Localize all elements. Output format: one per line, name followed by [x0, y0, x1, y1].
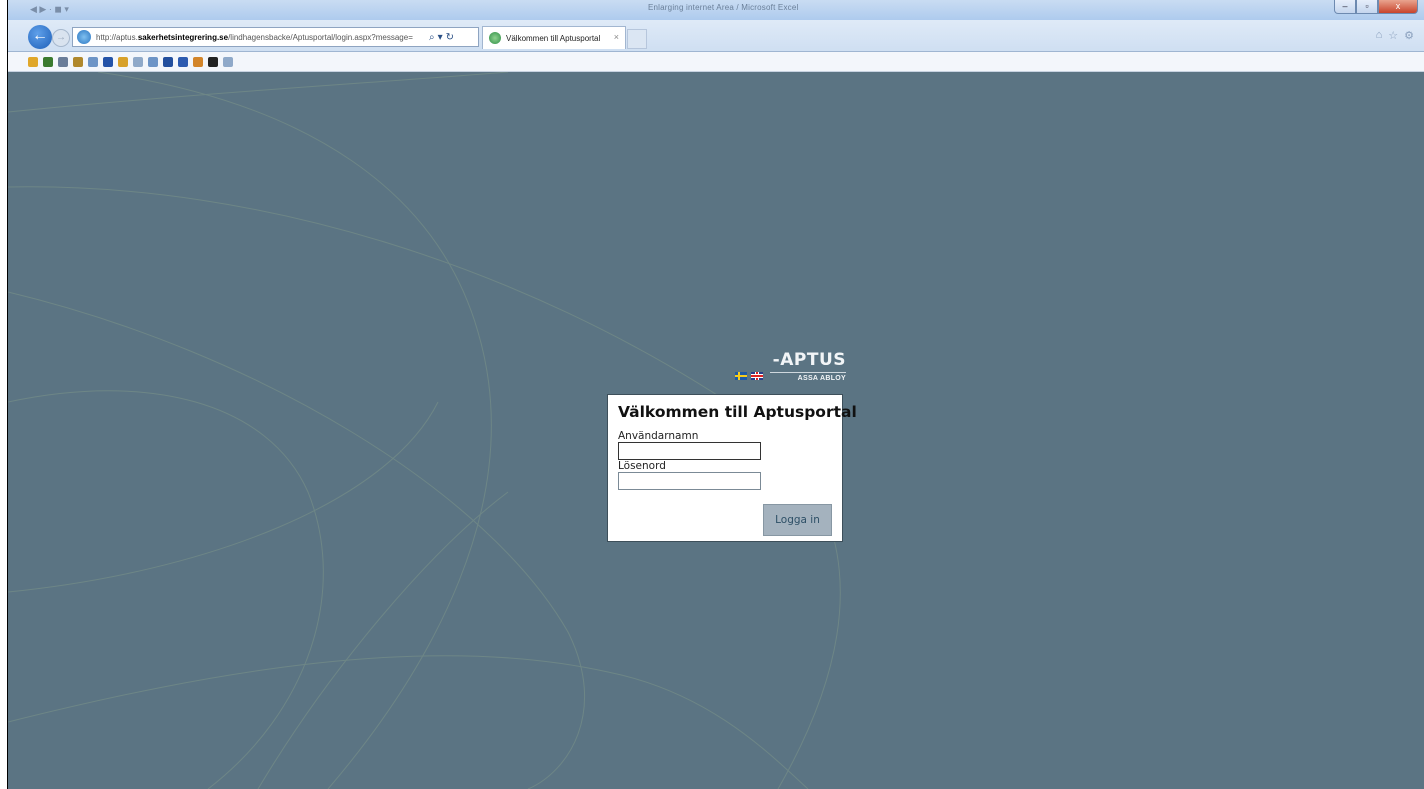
minimize-button[interactable]: – — [1334, 0, 1356, 14]
address-bar[interactable]: http://aptus.sakerhetsintegrering.se/lin… — [72, 27, 479, 47]
logo-brand-name: APTUS — [780, 350, 846, 370]
close-tab-icon[interactable]: × — [614, 32, 619, 42]
swedish-flag-icon[interactable] — [735, 372, 747, 380]
navigation-bar: ← → http://aptus.sakerhetsintegrering.se… — [8, 20, 1424, 52]
password-field[interactable] — [618, 472, 761, 490]
tab-aptusportal[interactable]: Välkommen till Aptusportal × — [482, 26, 626, 49]
login-title: Välkommen till Aptusportal — [618, 403, 857, 421]
site-favicon-icon — [77, 30, 91, 44]
close-window-button[interactable]: x — [1378, 0, 1418, 14]
username-field[interactable] — [618, 442, 761, 460]
url-path: /lindhagensbacke/Aptusportal/login.aspx?… — [228, 32, 413, 42]
favorite-link-icon[interactable] — [223, 56, 233, 67]
logo-brand-text: -APTUS — [770, 350, 846, 370]
favorite-link-icon[interactable] — [58, 56, 68, 67]
favorite-link-icon[interactable] — [148, 56, 158, 67]
title-bar: ◀ ▶ · ◼ ▾ Enlarging internet Area / Micr… — [8, 0, 1424, 20]
favorites-bar — [8, 52, 1424, 72]
tab-favicon-icon — [489, 32, 501, 44]
password-label: Lösenord — [618, 460, 666, 472]
favorite-link-icon[interactable] — [43, 56, 53, 67]
chevron-down-icon[interactable]: ▾ — [438, 32, 443, 43]
login-panel: Välkommen till Aptusportal Användarnamn … — [607, 394, 857, 542]
url-prefix: http://aptus. — [96, 32, 138, 42]
favorite-link-icon[interactable] — [163, 56, 173, 67]
logo-divider — [770, 372, 846, 373]
window-controls: – ▫ x — [1334, 0, 1418, 14]
favorite-link-icon[interactable] — [28, 56, 38, 67]
favorites-star-icon[interactable]: ☆ — [1388, 29, 1398, 42]
window-title: Enlarging internet Area / Microsoft Exce… — [648, 3, 799, 12]
favorite-link-icon[interactable] — [118, 56, 128, 67]
favorite-link-icon[interactable] — [73, 56, 83, 67]
refresh-icon[interactable]: ↻ — [446, 32, 454, 43]
page-content: -APTUS ASSA ABLOY Välkommen till Aptuspo… — [8, 72, 1424, 789]
logo-sub-brand: ASSA ABLOY — [797, 375, 846, 382]
forward-arrow-icon[interactable]: → — [52, 29, 70, 47]
search-icon[interactable]: ⌕ — [429, 32, 435, 43]
favorite-link-icon[interactable] — [193, 56, 203, 67]
login-button[interactable]: Logga in — [763, 504, 832, 536]
favorite-link-icon[interactable] — [88, 56, 98, 67]
url-domain: sakerhetsintegrering.se — [137, 32, 229, 42]
maximize-button[interactable]: ▫ — [1356, 0, 1378, 14]
gear-icon[interactable]: ⚙ — [1404, 29, 1414, 42]
back-arrow-icon[interactable]: ← — [28, 25, 52, 49]
aptus-logo: -APTUS ASSA ABLOY — [770, 350, 846, 382]
address-url[interactable]: http://aptus.sakerhetsintegrering.se/lin… — [96, 33, 426, 42]
username-label: Användarnamn — [618, 430, 699, 442]
favorite-link-icon[interactable] — [103, 56, 113, 67]
home-icon[interactable]: ⌂ — [1376, 29, 1383, 42]
favorite-link-icon[interactable] — [133, 56, 143, 67]
browser-tools: ⌂ ☆ ⚙ — [1376, 29, 1414, 42]
new-tab-button[interactable] — [627, 29, 647, 49]
quick-access-toolbar: ◀ ▶ · ◼ ▾ — [30, 4, 69, 14]
tab-label: Välkommen till Aptusportal — [506, 33, 601, 43]
favorite-link-icon[interactable] — [178, 56, 188, 67]
language-selector — [735, 372, 763, 380]
english-flag-icon[interactable] — [751, 372, 763, 380]
favorite-link-icon[interactable] — [208, 56, 218, 67]
browser-window: ◀ ▶ · ◼ ▾ Enlarging internet Area / Micr… — [0, 0, 1424, 789]
